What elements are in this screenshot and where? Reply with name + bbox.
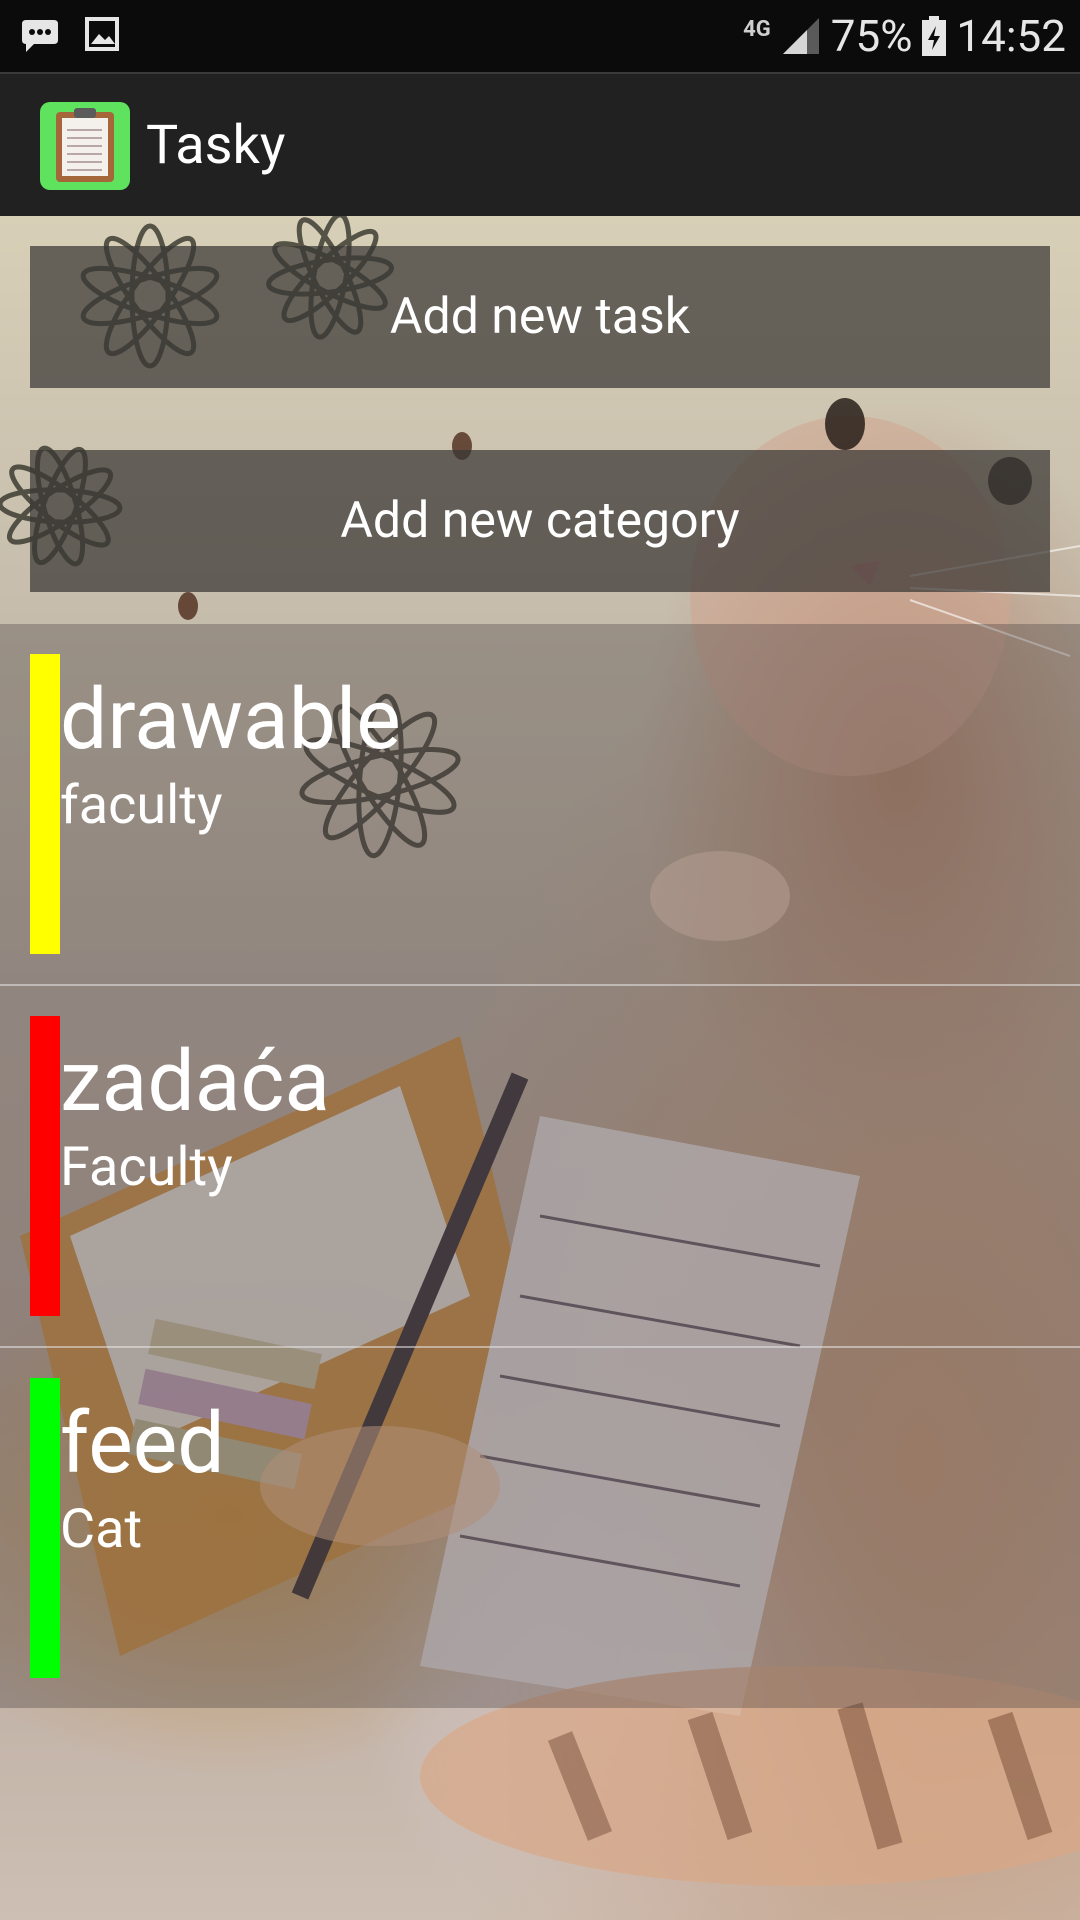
screen: 4G 75% 14:52 Tasky Add new task Add new … xyxy=(0,0,1080,1920)
task-color-bar xyxy=(30,654,60,954)
task-name: zadaća xyxy=(60,1032,331,1131)
task-list-item[interactable]: zadaća Faculty xyxy=(0,986,1080,1348)
task-category: faculty xyxy=(60,774,223,837)
clock: 14:52 xyxy=(956,10,1066,62)
task-list-item[interactable]: drawable faculty xyxy=(0,624,1080,986)
message-icon xyxy=(22,20,58,52)
app-title: Tasky xyxy=(146,114,286,177)
battery-percent: 75% xyxy=(830,10,913,62)
task-color-bar xyxy=(30,1378,60,1678)
task-category: Faculty xyxy=(60,1136,233,1199)
app-bar: Tasky xyxy=(0,72,1080,216)
task-category: Cat xyxy=(60,1498,143,1561)
signal-icon xyxy=(782,18,819,54)
task-name: feed xyxy=(60,1394,225,1493)
add-new-category-button[interactable]: Add new category xyxy=(30,450,1050,592)
clipboard-icon[interactable] xyxy=(40,102,130,190)
network-type-label: 4G xyxy=(743,17,771,42)
task-list-item[interactable]: feed Cat xyxy=(0,1348,1080,1708)
battery-charging-icon xyxy=(922,16,947,56)
image-icon xyxy=(85,17,119,51)
task-list: drawable faculty zadaća Faculty feed Cat xyxy=(0,624,1080,1708)
task-color-bar xyxy=(30,1016,60,1316)
task-name: drawable xyxy=(60,670,401,769)
status-bar: 4G 75% 14:52 xyxy=(0,0,1080,72)
content-area: Add new task Add new category drawable f… xyxy=(0,216,1080,1920)
add-new-task-button[interactable]: Add new task xyxy=(30,246,1050,388)
